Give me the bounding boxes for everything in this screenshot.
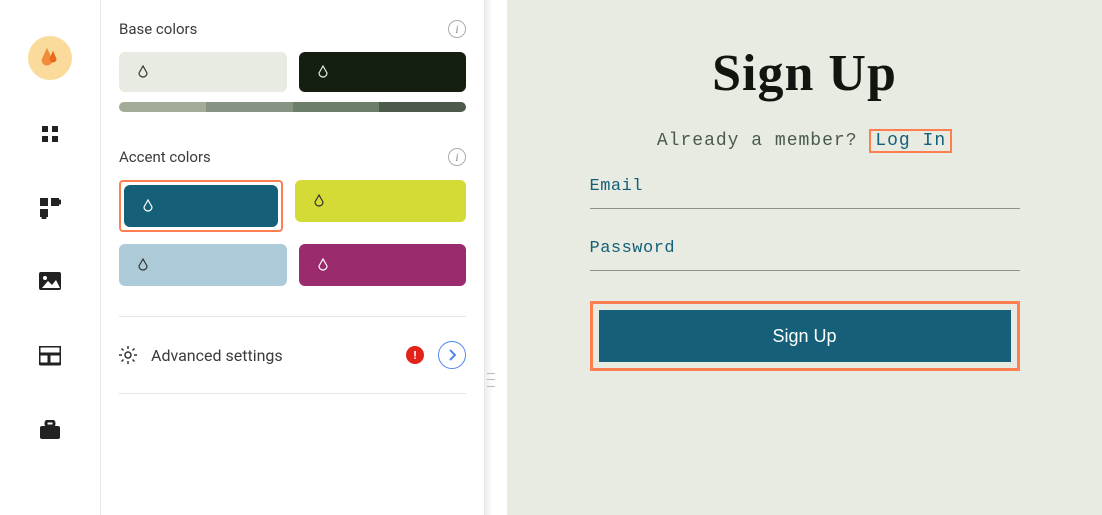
drop-icon	[137, 258, 149, 273]
accent-swatch-lime[interactable]	[295, 180, 467, 222]
gear-icon	[119, 346, 137, 364]
accent-row-2	[119, 244, 466, 286]
password-input[interactable]	[590, 270, 1020, 271]
nav-business[interactable]	[30, 410, 70, 450]
info-icon[interactable]: i	[448, 148, 466, 166]
base-colors-header: Base colors i	[119, 20, 466, 38]
highlight-selected-accent	[119, 180, 283, 232]
drop-icon	[317, 65, 329, 80]
drop-logo-icon	[39, 47, 61, 69]
password-field-group: Password	[590, 239, 1020, 271]
base-swatch-dark[interactable]	[299, 52, 467, 92]
signup-heading: Sign Up	[547, 44, 1062, 103]
puzzle-icon	[39, 197, 61, 219]
app-sidebar	[0, 0, 100, 515]
drop-icon	[313, 194, 325, 209]
drop-icon	[142, 199, 154, 214]
base-swatch-row	[119, 52, 466, 92]
sub-prefix: Already a member?	[657, 131, 869, 151]
highlight-signup-button: Sign Up	[590, 301, 1020, 371]
nav-plugins[interactable]	[30, 188, 70, 228]
briefcase-icon	[39, 420, 61, 440]
drop-icon	[137, 65, 149, 80]
login-link[interactable]: Log In	[875, 131, 946, 151]
chevron-right-icon	[448, 349, 456, 361]
advanced-settings-label: Advanced settings	[151, 346, 392, 365]
email-input[interactable]	[590, 208, 1020, 209]
email-field-group: Email	[590, 177, 1020, 209]
drop-icon	[317, 258, 329, 273]
base-swatch-light[interactable]	[119, 52, 287, 92]
divider	[119, 393, 466, 394]
panel-shadow	[485, 0, 493, 515]
info-icon[interactable]: i	[448, 20, 466, 38]
highlight-login-link: Log In	[869, 129, 952, 153]
grid-icon	[40, 124, 60, 144]
colors-panel: Base colors i Accent colors i	[100, 0, 485, 515]
nav-grid[interactable]	[30, 114, 70, 154]
accent-swatch-magenta[interactable]	[299, 244, 467, 286]
nav-image[interactable]	[30, 262, 70, 302]
password-label: Password	[590, 239, 1020, 258]
signup-subline: Already a member? Log In	[547, 131, 1062, 151]
app-logo	[28, 36, 72, 80]
alert-badge: !	[406, 346, 424, 364]
preview-area: Sign Up Already a member? Log In Email P…	[485, 0, 1102, 515]
image-icon	[39, 272, 61, 292]
resize-handle[interactable]	[486, 370, 496, 390]
nav-layout[interactable]	[30, 336, 70, 376]
expand-advanced-button[interactable]	[438, 341, 466, 369]
base-gradient-bar	[119, 102, 466, 112]
base-colors-title: Base colors	[119, 20, 197, 38]
accent-colors-header: Accent colors i	[119, 148, 466, 166]
layout-icon	[39, 346, 61, 366]
preview-canvas: Sign Up Already a member? Log In Email P…	[507, 0, 1102, 515]
accent-row-1	[119, 180, 466, 232]
accent-swatch-teal[interactable]	[124, 185, 278, 227]
accent-swatch-lightblue[interactable]	[119, 244, 287, 286]
advanced-settings-row[interactable]: Advanced settings !	[119, 341, 466, 369]
signup-button[interactable]: Sign Up	[599, 310, 1011, 362]
email-label: Email	[590, 177, 1020, 196]
accent-colors-title: Accent colors	[119, 148, 211, 166]
divider	[119, 316, 466, 317]
